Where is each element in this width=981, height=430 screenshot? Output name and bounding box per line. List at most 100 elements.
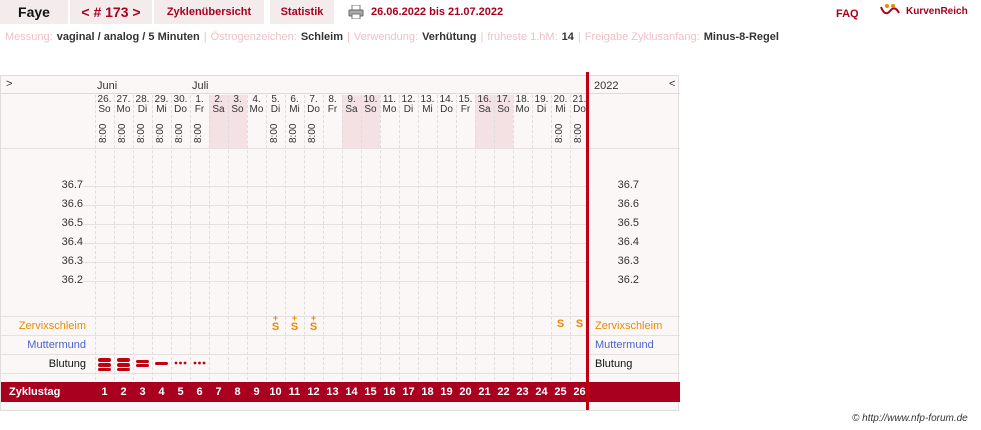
cycle-day-number: 24	[535, 386, 548, 398]
grid-vline	[228, 95, 229, 385]
day-time: 8:00	[155, 123, 166, 143]
day-column[interactable]: 11. Mo	[380, 95, 399, 148]
cycle-day-number: 19	[440, 386, 453, 398]
row-label-bleeding-right: Blutung	[595, 358, 633, 370]
day-time: 8:00	[193, 123, 204, 143]
day-weekday: Fr	[194, 104, 205, 115]
bleeding-spotting-mark[interactable]	[171, 357, 190, 371]
day-column[interactable]: 28. Di 8:00	[133, 95, 152, 148]
cycle-day-number: 16	[383, 386, 396, 398]
day-column[interactable]: 26. So 8:00	[95, 95, 114, 148]
cycle-day-number: 15	[364, 386, 377, 398]
day-weekday: Do	[440, 104, 453, 115]
day-weekday: Mo	[116, 104, 131, 115]
day-weekday: Mi	[555, 104, 566, 115]
cycle-day-number: 20	[459, 386, 472, 398]
day-weekday: Sa	[478, 104, 491, 115]
copyright-footer[interactable]: © http://www.nfp-forum.de	[852, 413, 968, 424]
day-column[interactable]: 20. Mi 8:00	[551, 95, 570, 148]
cycle-day-number: 23	[516, 386, 529, 398]
grid-vline	[209, 95, 210, 385]
day-column[interactable]: 9. Sa	[342, 95, 361, 148]
cervical-mucus-mark[interactable]: S	[551, 319, 570, 330]
day-column[interactable]: 6. Mi 8:00	[285, 95, 304, 148]
cycle-day-number: 22	[497, 386, 510, 398]
faq-link[interactable]: FAQ	[836, 2, 859, 26]
temp-gridline	[83, 224, 586, 225]
grid-vline	[266, 95, 267, 385]
temp-label-right: 36.3	[617, 255, 639, 267]
day-weekday: Di	[270, 104, 281, 115]
bleeding-heavy-mark[interactable]	[114, 357, 133, 371]
cervical-mucus-mark[interactable]: + S	[304, 314, 323, 333]
bleeding-medium-mark[interactable]	[133, 357, 152, 371]
logo-icon	[880, 4, 900, 15]
grid-vline	[456, 95, 457, 385]
temp-gridline	[83, 262, 586, 263]
kurvenreich-logo[interactable]: KurvenReich	[880, 2, 968, 20]
cycle-day-number: 6	[196, 386, 203, 398]
day-weekday: So	[231, 104, 244, 115]
cycle-day-number: 12	[307, 386, 320, 398]
temp-label: 36.2	[61, 274, 83, 286]
cycle-day-number: 10	[269, 386, 282, 398]
grid-hline	[1, 373, 680, 374]
day-column[interactable]: 4. Mo	[247, 95, 266, 148]
day-weekday: So	[497, 104, 510, 115]
day-column[interactable]: 5. Di 8:00	[266, 95, 285, 148]
day-column[interactable]: 10. So	[361, 95, 380, 148]
cycle-day-number: 5	[177, 386, 184, 398]
bleeding-light-mark[interactable]	[152, 357, 171, 371]
bleeding-spotting-mark[interactable]	[190, 357, 209, 371]
day-column[interactable]: 19. Di	[532, 95, 551, 148]
nav-right-arrow[interactable]: <	[669, 78, 675, 90]
estrogen-label: Östrogenzeichen:	[210, 31, 297, 43]
cycle-day-number: 25	[554, 386, 567, 398]
cervical-mucus-mark[interactable]: + S	[266, 314, 285, 333]
grid-vline	[380, 95, 381, 385]
day-column[interactable]: 18. Mo	[513, 95, 532, 148]
day-column[interactable]: 7. Do 8:00	[304, 95, 323, 148]
cervical-mucus-mark[interactable]: + S	[285, 314, 304, 333]
grid-vline	[418, 95, 419, 385]
temp-label: 36.7	[61, 179, 83, 191]
day-weekday: Mi	[422, 104, 433, 115]
day-column[interactable]: 27. Mo 8:00	[114, 95, 133, 148]
cycle-day-number: 8	[234, 386, 241, 398]
day-column[interactable]: 8. Fr	[323, 95, 342, 148]
cycle-navigator[interactable]: < # 173 >	[70, 0, 152, 24]
grid-vline	[570, 95, 571, 385]
release-label: Freigabe Zyklusanfang:	[584, 31, 700, 43]
grid-vline	[190, 95, 191, 385]
temp-label: 36.6	[61, 198, 83, 210]
day-column[interactable]: 29. Mi 8:00	[152, 95, 171, 148]
release-value: Minus-8-Regel	[703, 31, 779, 43]
day-column[interactable]: 15. Fr	[456, 95, 475, 148]
cycle-day-number: 13	[326, 386, 339, 398]
grid-hline	[1, 148, 680, 149]
user-name[interactable]: Faye	[0, 0, 68, 24]
bleeding-heavy-mark[interactable]	[95, 357, 114, 371]
day-time: 8:00	[136, 123, 147, 143]
grid-vline	[342, 95, 343, 385]
day-column[interactable]: 16. Sa	[475, 95, 494, 148]
day-column[interactable]: 3. So	[228, 95, 247, 148]
day-column[interactable]: 30. Do 8:00	[171, 95, 190, 148]
day-column[interactable]: 12. Di	[399, 95, 418, 148]
cycle-day-number: 14	[345, 386, 358, 398]
nav-left-arrow[interactable]: >	[6, 78, 12, 90]
month-july: Juli	[192, 80, 209, 92]
usage-label: Verwendung:	[353, 31, 419, 43]
day-column[interactable]: 13. Mi	[418, 95, 437, 148]
tab-cycle-overview[interactable]: Zyklenübersicht	[154, 0, 264, 24]
day-column[interactable]: 2. Sa	[209, 95, 228, 148]
tab-statistics[interactable]: Statistik	[270, 0, 334, 24]
printer-icon[interactable]	[348, 5, 364, 19]
day-column[interactable]: 1. Fr 8:00	[190, 95, 209, 148]
row-label-cervical-right: Zervixschleim	[595, 320, 663, 332]
day-time: 8:00	[573, 123, 584, 143]
day-weekday: Sa	[212, 104, 225, 115]
day-column[interactable]: 14. Do	[437, 95, 456, 148]
cycle-day-number: 9	[253, 386, 260, 398]
day-column[interactable]: 17. So	[494, 95, 513, 148]
